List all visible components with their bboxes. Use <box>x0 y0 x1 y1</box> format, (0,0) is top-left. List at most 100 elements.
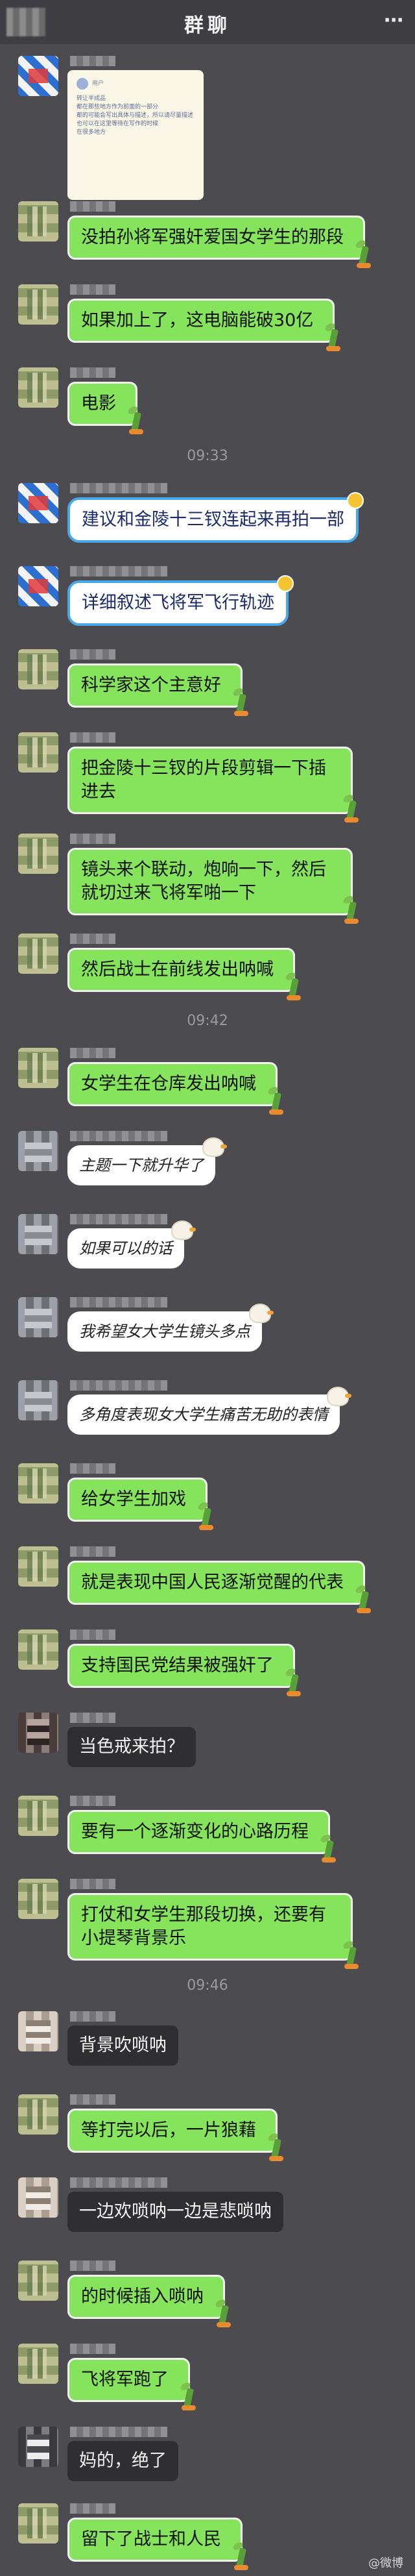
message-row: 电影 <box>0 367 415 434</box>
avatar[interactable] <box>18 2177 58 2218</box>
sender-name <box>70 2094 115 2105</box>
message-bubble[interactable]: 如果加上了，这电脑能破30亿 <box>67 299 341 351</box>
note-line: 都在那些地方作为前面的一部分 <box>77 104 159 110</box>
avatar[interactable] <box>18 834 58 874</box>
avatar[interactable] <box>18 1297 58 1337</box>
bamboo-sticker-icon <box>179 2381 196 2410</box>
sender-name <box>70 56 115 66</box>
avatar[interactable] <box>18 2503 58 2544</box>
message-bubble[interactable]: 的时候插入唢呐 <box>67 2275 231 2327</box>
avatar[interactable] <box>18 1629 58 1670</box>
message-bubble[interactable]: 科学家这个主意好 <box>67 663 248 716</box>
avatar[interactable] <box>18 934 58 974</box>
message-bubble[interactable]: 没拍孙将军强奸爱国女学生的那段 <box>67 216 371 268</box>
sender-name <box>70 834 115 844</box>
message-bubble[interactable]: 女学生在仓库发出呐喊 <box>67 1062 283 1115</box>
avatar[interactable] <box>18 2011 58 2051</box>
duck-badge-icon <box>249 1304 274 1323</box>
avatar[interactable] <box>18 1131 58 1171</box>
avatar[interactable] <box>18 732 58 773</box>
note-avatar <box>77 78 88 90</box>
bamboo-sticker-icon <box>284 971 301 1000</box>
bamboo-sticker-icon <box>231 2540 248 2570</box>
message-row: 等打完以后，一片狼藉 <box>0 2094 415 2161</box>
message-bubble[interactable]: 打仗和女学生那段切换，还要有小提琴背景乐 <box>67 1893 359 1969</box>
avatar[interactable] <box>18 483 58 523</box>
message-row: 飞将军跑了 <box>0 2344 415 2410</box>
avatar[interactable] <box>18 1463 58 1504</box>
message-bubble[interactable]: 镜头来个联动，炮响一下，然后就切过来飞将军啪一下 <box>67 848 359 924</box>
chat-header: 群聊 ⋯ <box>0 0 415 44</box>
sender-name <box>70 1713 115 1723</box>
message-bubble[interactable]: 妈的，绝了 <box>67 2441 178 2481</box>
message-bubble[interactable]: 背景吹唢呐 <box>67 2025 178 2066</box>
avatar[interactable] <box>18 1713 58 1753</box>
avatar[interactable] <box>18 1048 58 1088</box>
message-bubble[interactable]: 等打完以后，一片狼藉 <box>67 2109 283 2161</box>
message-row: 就是表现中国人民逐渐觉醒的代表 <box>0 1546 415 1613</box>
bamboo-sticker-icon <box>319 1833 336 1863</box>
avatar[interactable] <box>18 1546 58 1587</box>
message-bubble[interactable]: 主题一下就升华了 <box>67 1137 227 1185</box>
bamboo-sticker-icon <box>126 404 143 434</box>
message-row: 如果可以的话 <box>0 1214 415 1279</box>
message-bubble[interactable]: 如果可以的话 <box>67 1220 196 1269</box>
crown-badge-icon <box>277 575 294 592</box>
message-bubble[interactable]: 建议和金陵十三钗连起来再拍一部 <box>67 492 364 543</box>
avatar[interactable] <box>18 2094 58 2135</box>
bamboo-sticker-icon <box>214 2297 231 2327</box>
avatar[interactable] <box>18 1214 58 1254</box>
sender-name <box>70 1546 115 1557</box>
message-row: 一边欢唢呐一边是悲唢呐 <box>0 2177 415 2242</box>
message-bubble[interactable]: 把金陵十三钗的片段剪辑一下插进去 <box>67 747 359 823</box>
message-bubble[interactable]: 然后战士在前线发出呐喊 <box>67 948 301 1000</box>
message-bubble[interactable]: 当色戒来拍？ <box>67 1727 196 1767</box>
more-icon[interactable]: ⋯ <box>384 9 403 32</box>
message-row: 的时候插入唢呐 <box>0 2260 415 2327</box>
message-row: 没拍孙将军强奸爱国女学生的那段 <box>0 201 415 268</box>
sender-name <box>70 2344 115 2354</box>
sender-name <box>70 1131 167 1141</box>
avatar[interactable] <box>18 56 58 96</box>
message-row: 镜头来个联动，炮响一下，然后就切过来飞将军啪一下 <box>0 834 415 924</box>
duck-badge-icon <box>202 1137 227 1157</box>
avatar[interactable] <box>18 649 58 689</box>
bamboo-sticker-icon <box>354 1583 371 1613</box>
message-bubble[interactable]: 我希望女大学生镜头多点 <box>67 1304 274 1352</box>
shared-note-card[interactable]: 用户 转让半成品 都在那些地方作为前面的一部分 都的可能会写出具体与描述，所以请… <box>67 70 204 200</box>
message-bubble[interactable]: 要有一个逐渐变化的心路历程 <box>67 1810 336 1863</box>
bamboo-sticker-icon <box>231 686 248 716</box>
message-bubble[interactable]: 就是表现中国人民逐渐觉醒的代表 <box>67 1561 371 1613</box>
message-row: 多角度表现女大学生痛苦无助的表情 <box>0 1380 415 1445</box>
sender-name <box>70 2011 115 2022</box>
avatar[interactable] <box>18 1879 58 1919</box>
message-bubble[interactable]: 支持国民党结果被强奸了 <box>67 1644 301 1696</box>
message-bubble[interactable]: 给女学生加戏 <box>67 1478 213 1530</box>
sender-name <box>70 1879 115 1889</box>
avatar[interactable] <box>18 201 58 242</box>
sender-name <box>70 367 115 378</box>
message-bubble[interactable]: 详细叙述飞将军飞行轨迹 <box>67 575 294 626</box>
avatar[interactable] <box>18 566 58 606</box>
avatar[interactable] <box>18 367 58 408</box>
message-row: 主题一下就升华了 <box>0 1131 415 1196</box>
message-row: 我希望女大学生镜头多点 <box>0 1297 415 1362</box>
sender-name <box>70 1463 115 1474</box>
sender-name <box>70 2503 115 2514</box>
sender-name <box>70 1796 115 1806</box>
avatar[interactable] <box>18 1380 58 1420</box>
bamboo-sticker-icon <box>354 238 371 268</box>
avatar[interactable] <box>18 2260 58 2301</box>
sender-name <box>70 1297 167 1307</box>
avatar[interactable] <box>18 2427 58 2467</box>
avatar[interactable] <box>18 1796 58 1836</box>
message-bubble[interactable]: 留下了战士和人民 <box>67 2518 248 2570</box>
avatar[interactable] <box>18 2344 58 2384</box>
avatar[interactable] <box>18 284 58 325</box>
message-bubble[interactable]: 一边欢唢呐一边是悲唢呐 <box>67 2192 283 2232</box>
bamboo-sticker-icon <box>342 894 359 924</box>
message-bubble[interactable]: 飞将军跑了 <box>67 2358 196 2410</box>
message-bubble[interactable]: 电影 <box>67 382 143 434</box>
message-bubble[interactable]: 多角度表现女大学生痛苦无助的表情 <box>67 1387 351 1435</box>
bamboo-sticker-icon <box>342 1939 359 1969</box>
